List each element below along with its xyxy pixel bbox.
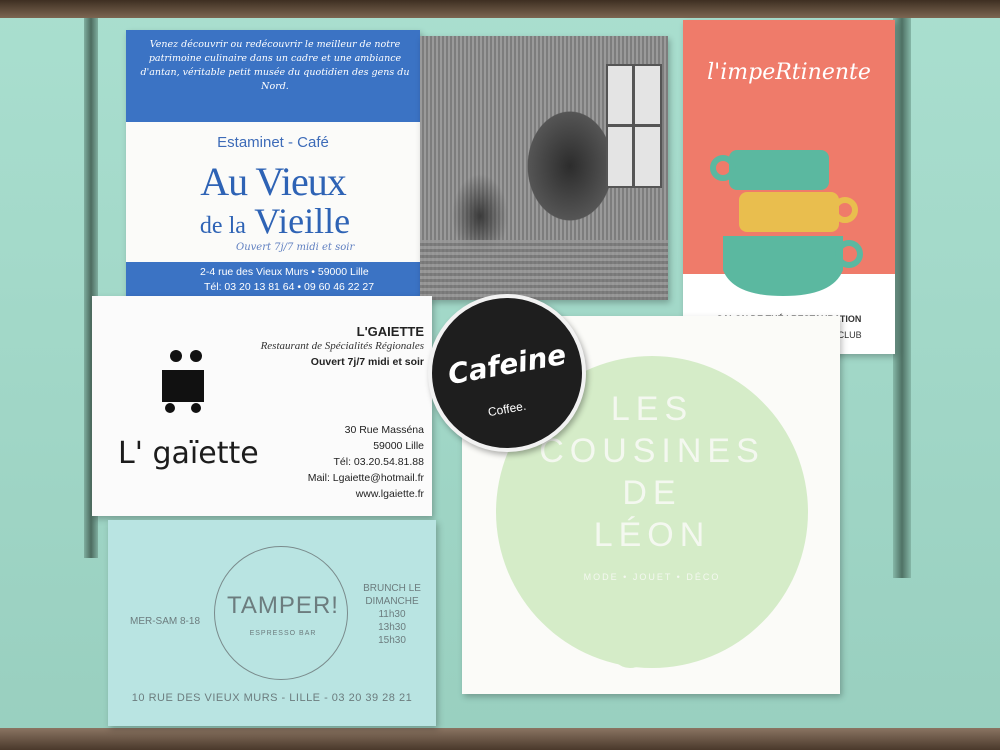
subtitle: Estaminet - Café (217, 134, 329, 151)
table-gap-right (893, 18, 911, 578)
impertinente-logo: l'impeRtinente (707, 60, 871, 85)
address: 10 RUE DES VIEUX MURS - LILLE - 03 20 39… (131, 692, 413, 704)
opening-hours: Ouvert 7j/7 midi et soir (310, 356, 424, 368)
brunch-time: 13h30 (378, 622, 406, 633)
window (606, 64, 662, 188)
name-word: Vieille (254, 201, 351, 241)
cart-icon (162, 350, 204, 413)
tagline: ESPRESSO BAR (249, 630, 317, 637)
brunch-info: BRUNCH LE DIMANCHE 11h30 13h30 15h30 (360, 582, 424, 647)
cafeine-sticker: Cafeine Coffee. (428, 294, 586, 452)
brunch-time: 11h30 (378, 609, 406, 620)
opening-hours: Ouvert 7j/7 midi et soir (236, 242, 355, 253)
name-line-2: de la Vieille (140, 200, 410, 242)
website: www.lgaiette.fr (355, 488, 424, 500)
telephone: Tél: 03.20.54.81.88 (333, 456, 425, 468)
email: Mail: Lgaiette@hotmail.fr (307, 472, 424, 484)
brand-tagline: MODE • JOUET • DÉCO (583, 572, 721, 582)
name-prefix: de la (199, 213, 246, 239)
intro-text: Venez découvrir ou redécouvrir le meille… (140, 39, 410, 92)
tamper-logo: TAMPER! (227, 592, 339, 619)
cup-top (710, 150, 829, 190)
floor (420, 240, 668, 300)
brand-line-4: LÉON (593, 516, 711, 554)
street: 30 Rue Masséna (344, 424, 424, 436)
engraving-picture (420, 36, 668, 300)
cup-middle (739, 192, 858, 232)
cafeine-subtitle: Coffee. (486, 398, 528, 420)
restaurant-name: L'GAIETTE (356, 324, 424, 339)
table-gap-bottom (0, 728, 1000, 750)
cafeine-logo: Cafeine (445, 337, 569, 392)
impertinente-card: l'impeRtinente SALON DE THÉ | RESTAURATI… (683, 20, 895, 354)
specialty: Restaurant de Spécialités Régionales (260, 340, 424, 352)
brunch-title: BRUNCH LE DIMANCHE (363, 583, 421, 607)
gaiette-card: L'GAIETTE Restaurant de Spécialités Régi… (92, 296, 432, 516)
gaiette-logo: L' gaïette (118, 436, 259, 471)
name-line-1: Au Vieux (200, 159, 347, 204)
au-vieux-de-la-vieille-card: Venez découvrir ou redécouvrir le meille… (126, 30, 420, 300)
address: 2-4 rue des Vieux Murs • 59000 Lille (200, 266, 369, 278)
phone-numbers: Tél: 03 20 13 81 64 • 09 60 46 22 27 (204, 281, 375, 293)
brand-line-3: DE (622, 474, 682, 512)
brunch-time: 15h30 (378, 635, 406, 646)
opening-days: MER-SAM 8-18 (130, 616, 201, 627)
table-gap-top (0, 0, 1000, 18)
tamper-card: TAMPER! ESPRESSO BAR MER-SAM 8-18 BRUNCH… (108, 520, 436, 726)
cup-bottom (723, 236, 863, 296)
city: 59000 Lille (373, 440, 424, 452)
stacked-cups-icon (710, 150, 863, 296)
